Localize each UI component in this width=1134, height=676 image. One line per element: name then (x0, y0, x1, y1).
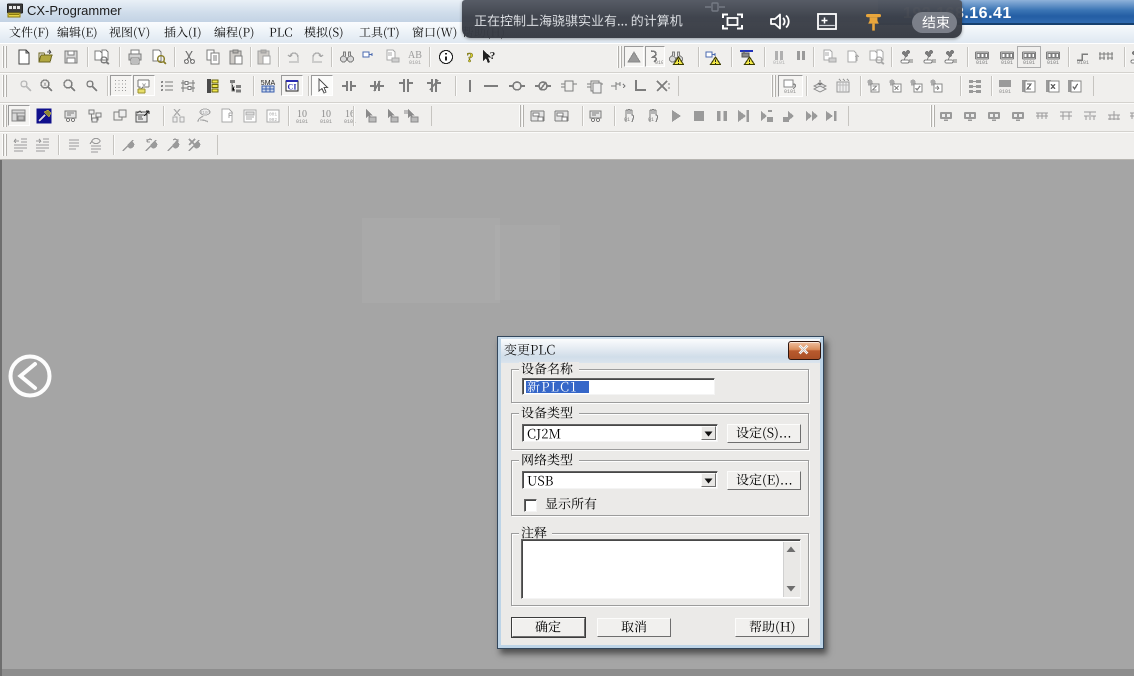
svg-text:?: ? (467, 51, 474, 65)
svg-text:0101: 0101 (1077, 60, 1089, 65)
svg-text:0101: 0101 (1047, 60, 1059, 65)
svg-text:x: x (44, 82, 47, 88)
svg-text:w: w (142, 82, 145, 88)
svg-text:0101: 0101 (296, 119, 308, 124)
svg-text:?: ? (490, 50, 496, 62)
svg-text:0101: 0101 (784, 89, 796, 94)
svg-text:0101: 0101 (200, 110, 211, 116)
svg-text:01: 01 (648, 117, 654, 123)
svg-text:0101: 0101 (409, 60, 421, 65)
svg-text:001: 001 (269, 112, 277, 118)
svg-text:0101: 0101 (344, 119, 356, 124)
svg-text:0101: 0101 (773, 60, 785, 65)
svg-text:01: 01 (624, 117, 630, 123)
svg-text:002: 002 (269, 117, 277, 123)
svg-text:0101: 0101 (999, 89, 1011, 94)
svg-text:0101: 0101 (320, 119, 332, 124)
svg-text:0101: 0101 (1001, 60, 1013, 65)
svg-text:CI: CI (288, 83, 297, 92)
svg-text:0101: 0101 (976, 60, 988, 65)
svg-text:0101: 0101 (655, 60, 663, 65)
